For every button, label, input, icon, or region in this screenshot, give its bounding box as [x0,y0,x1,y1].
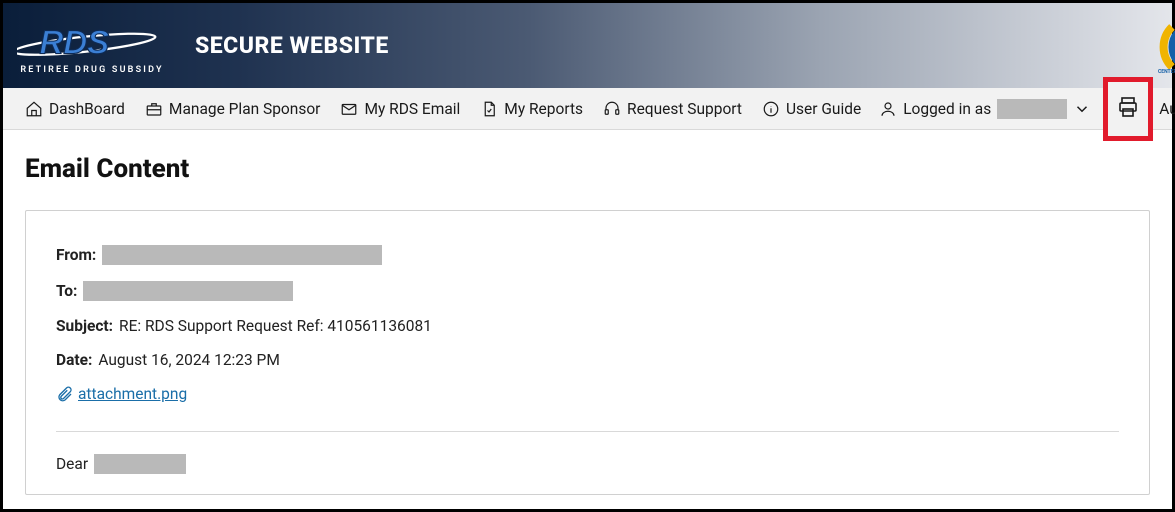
greeting-text: Dear [56,455,88,473]
logged-in-label: Logged in as [903,100,991,118]
recipient-name-redacted [94,454,186,474]
rds-logo: RDS RETIREE DRUG SUBSIDY [17,17,167,75]
from-label: From: [56,246,96,264]
home-icon [25,100,43,118]
username-redacted [997,99,1067,119]
headset-icon [603,100,621,118]
print-button[interactable] [1116,95,1140,123]
logged-in-user[interactable]: Logged in as [871,93,1099,125]
nav-my-reports[interactable]: My Reports [470,94,593,124]
nav-dashboard-label: DashBoard [49,100,125,118]
nav-manage-plan-sponsor-label: Manage Plan Sponsor [169,100,321,118]
nav-my-rds-email[interactable]: My RDS Email [330,94,470,124]
divider [56,431,1119,432]
site-title: SECURE WEBSITE [195,32,389,59]
svg-text:RDS: RDS [40,23,110,60]
email-subject-row: Subject: RE: RDS Support Request Ref: 41… [56,317,1119,335]
page-title: Email Content [25,154,1150,184]
header-banner: RDS RETIREE DRUG SUBSIDY SECURE WEBSITE … [3,3,1172,88]
email-date-row: Date: August 16, 2024 12:23 PM [56,351,1119,369]
svg-text:CENTERS: CENTERS [1158,69,1175,75]
to-value-redacted [83,281,293,301]
subject-label: Subject: [56,317,113,335]
email-to-row: To: [56,281,1119,301]
email-from-row: From: [56,245,1119,265]
nav-user-guide[interactable]: User Guide [752,94,871,124]
main-content: Email Content From: To: Subject: RE: RDS… [3,130,1172,495]
logo-block: RDS RETIREE DRUG SUBSIDY SECURE WEBSITE [17,17,389,75]
briefcase-icon [145,100,163,118]
attachment-link[interactable]: attachment.png [78,385,187,403]
nav-my-rds-email-label: My RDS Email [364,100,460,118]
mail-icon [340,100,358,118]
nav-request-support-label: Request Support [627,100,742,118]
subject-value: RE: RDS Support Request Ref: 41056113608… [119,317,432,335]
rds-logo-icon: RDS [17,17,167,67]
email-body-greeting: Dear [56,454,1119,474]
email-card: From: To: Subject: RE: RDS Support Reque… [25,210,1150,495]
paperclip-icon [56,385,74,403]
nav-date-partial: August [1155,100,1175,118]
nav-my-reports-label: My Reports [504,100,583,118]
info-icon [762,100,780,118]
nav-user-guide-label: User Guide [786,100,861,118]
nav-request-support[interactable]: Request Support [593,94,752,124]
logo-tagline: RETIREE DRUG SUBSIDY [20,65,163,75]
chevron-down-icon [1073,100,1091,118]
person-icon [879,100,897,118]
to-label: To: [56,282,77,300]
email-attachment-row: attachment.png [56,385,1119,403]
nav-manage-plan-sponsor[interactable]: Manage Plan Sponsor [135,94,331,124]
printer-icon [1116,95,1140,119]
print-button-highlight [1103,77,1153,141]
nav-dashboard[interactable]: DashBoard [15,94,135,124]
from-value-redacted [102,245,382,265]
date-value: August 16, 2024 12:23 PM [98,351,280,369]
file-icon [480,100,498,118]
nav-bar: DashBoard Manage Plan Sponsor My RDS Ema… [3,88,1172,130]
cms-logo: CENTERS [1122,17,1175,81]
date-label: Date: [56,351,92,369]
